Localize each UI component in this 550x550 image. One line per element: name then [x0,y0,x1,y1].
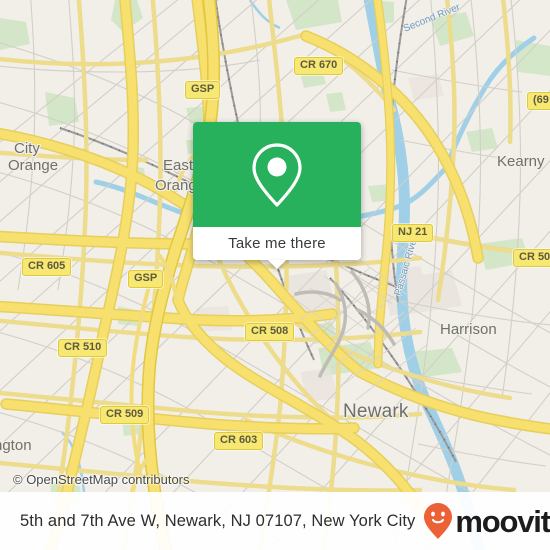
highway-shield[interactable]: CR 605 [22,258,72,276]
card-pointer-tail [268,260,286,269]
osm-attribution[interactable]: © OpenStreetMap contributors [13,472,190,487]
highway-shield[interactable]: CR 603 [214,432,264,450]
map-canvas[interactable]: City Orange East Orange Kearny Harrison … [0,0,550,550]
highway-shield[interactable]: NJ 21 [392,224,434,242]
highway-shield[interactable]: CR 507 [513,249,550,267]
highway-shield[interactable]: CR 670 [294,57,344,75]
highway-shield[interactable]: CR 510 [58,339,108,357]
card-action-panel[interactable]: Take me there [193,227,361,269]
highway-shield[interactable]: CR 508 [245,323,295,341]
address-text: 5th and 7th Ave W, Newark, NJ 07107, New… [20,511,416,530]
moovit-wordmark: moovit [455,503,550,539]
moovit-smiley-pin-icon [423,502,453,540]
card-icon-panel [193,122,361,227]
take-me-there-card[interactable]: Take me there [193,122,361,269]
highway-shield[interactable]: CR 509 [100,406,150,424]
map-vector-layer [0,0,550,550]
map-pin-icon [251,142,303,208]
highway-shield[interactable]: GSP [128,270,164,288]
highway-shield[interactable]: GSP [185,81,221,99]
footer-bar: 5th and 7th Ave W, Newark, NJ 07107, New… [0,492,550,550]
map-screenshot: City Orange East Orange Kearny Harrison … [0,0,550,550]
highway-shield[interactable]: (69 [527,92,550,110]
moovit-logo[interactable]: moovit [423,502,550,540]
take-me-there-label: Take me there [228,235,326,252]
